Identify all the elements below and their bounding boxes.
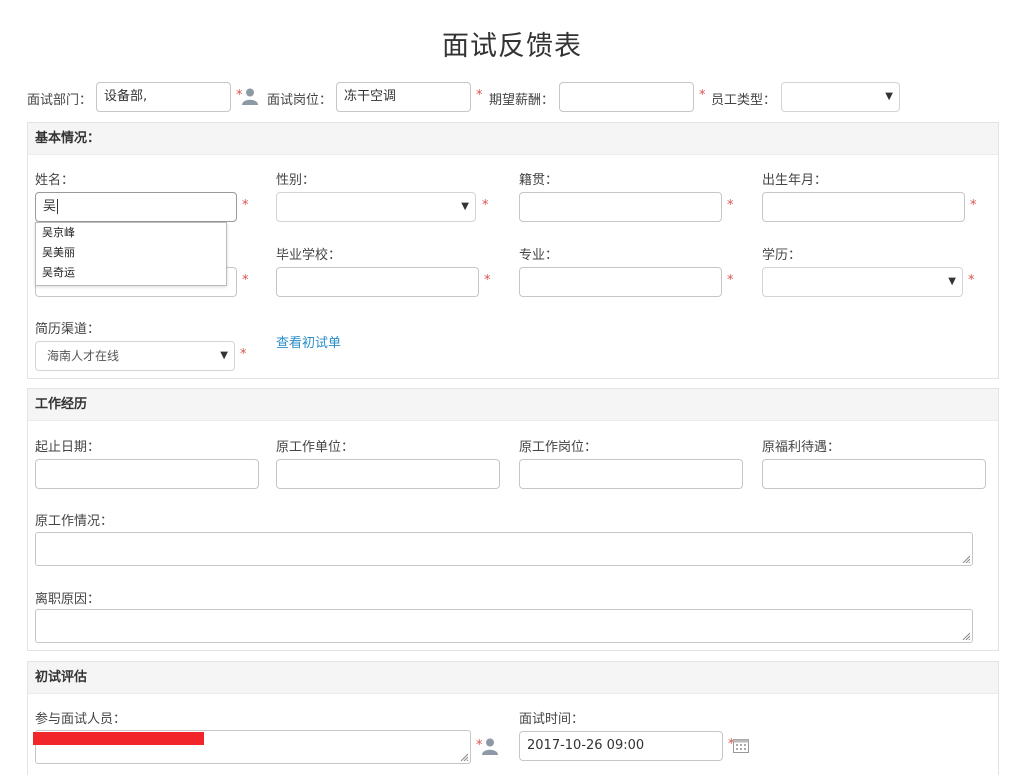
- required-mark: *: [968, 273, 975, 288]
- resume-label: 简历渠道：: [35, 322, 101, 337]
- autocomplete-item[interactable]: 吴京峰: [36, 223, 226, 243]
- initial-eval-header: 初试评估: [28, 662, 998, 694]
- required-mark: *: [242, 273, 249, 288]
- chevron-down-icon: ▼: [948, 276, 956, 287]
- required-mark: *: [242, 198, 249, 213]
- name-value: 吴: [43, 199, 57, 214]
- emp-type-label: 员工类型：: [711, 93, 777, 108]
- page-title: 面试反馈表: [442, 31, 582, 62]
- user-icon[interactable]: [241, 87, 259, 105]
- participants-label: 参与面试人员：: [35, 712, 127, 727]
- employer-label: 原工作单位：: [276, 440, 355, 455]
- name-autocomplete-list: 吴京峰 吴美丽 吴奇运: [35, 222, 227, 286]
- redaction-bar: [33, 732, 204, 745]
- required-mark: *: [240, 347, 247, 362]
- edu-select[interactable]: ▼: [762, 267, 963, 297]
- name-label: 姓名：: [35, 173, 75, 188]
- emp-type-select[interactable]: ▼: [781, 82, 900, 112]
- edu-label: 学历：: [762, 248, 802, 263]
- dates-label: 起止日期：: [35, 440, 101, 455]
- view-initial-test-link[interactable]: 查看初试单: [276, 332, 341, 351]
- resize-grip-icon[interactable]: [962, 632, 970, 640]
- required-mark: *: [970, 198, 977, 213]
- job-input[interactable]: [519, 459, 743, 489]
- resume-value: 海南人才在线: [47, 349, 120, 363]
- autocomplete-item[interactable]: 吴美丽: [36, 243, 226, 263]
- calendar-icon[interactable]: [733, 738, 749, 753]
- birth-input[interactable]: [762, 192, 965, 222]
- gender-label: 性别：: [276, 173, 316, 188]
- text-cursor: [57, 199, 59, 214]
- leave-label: 离职原因：: [35, 592, 101, 607]
- origin-label: 籍贯：: [519, 173, 559, 188]
- job-label: 原工作岗位：: [519, 440, 598, 455]
- gender-select[interactable]: ▼: [276, 192, 476, 222]
- benefits-label: 原福利待遇：: [762, 440, 841, 455]
- position-label: 面试岗位：: [267, 93, 333, 108]
- basic-info-header: 基本情况：: [28, 123, 998, 155]
- required-mark: *: [482, 198, 489, 213]
- resize-grip-icon[interactable]: [962, 555, 970, 563]
- dept-input[interactable]: 设备部,: [96, 82, 231, 112]
- resize-grip-icon[interactable]: [460, 753, 468, 761]
- major-input[interactable]: [519, 267, 722, 297]
- school-input[interactable]: [276, 267, 479, 297]
- leave-reason-textarea[interactable]: [35, 609, 973, 643]
- benefits-input[interactable]: [762, 459, 986, 489]
- major-label: 专业：: [519, 248, 559, 263]
- position-input[interactable]: 冻干空调: [336, 82, 471, 112]
- origin-input[interactable]: [519, 192, 722, 222]
- dept-label: 面试部门：: [27, 93, 93, 108]
- chevron-down-icon: ▼: [220, 350, 228, 361]
- required-mark: *: [699, 88, 706, 103]
- required-mark: *: [476, 88, 483, 103]
- user-icon[interactable]: [481, 737, 499, 755]
- dates-input[interactable]: [35, 459, 259, 489]
- work-history-header: 工作经历: [28, 389, 998, 421]
- required-mark: *: [484, 273, 491, 288]
- employer-input[interactable]: [276, 459, 500, 489]
- situation-label: 原工作情况：: [35, 514, 114, 529]
- chevron-down-icon: ▼: [461, 201, 469, 212]
- required-mark: *: [727, 198, 734, 213]
- situation-textarea[interactable]: [35, 532, 973, 566]
- time-label: 面试时间：: [519, 712, 585, 727]
- name-input[interactable]: 吴: [35, 192, 237, 222]
- birth-label: 出生年月：: [762, 173, 828, 188]
- interview-time-input[interactable]: 2017-10-26 09:00: [519, 731, 723, 761]
- school-label: 毕业学校：: [276, 248, 342, 263]
- autocomplete-item[interactable]: 吴奇运: [36, 263, 226, 283]
- resume-select[interactable]: 海南人才在线 ▼: [35, 341, 235, 371]
- chevron-down-icon: ▼: [885, 91, 893, 102]
- salary-input[interactable]: [559, 82, 694, 112]
- required-mark: *: [727, 273, 734, 288]
- salary-label: 期望薪酬：: [489, 93, 555, 108]
